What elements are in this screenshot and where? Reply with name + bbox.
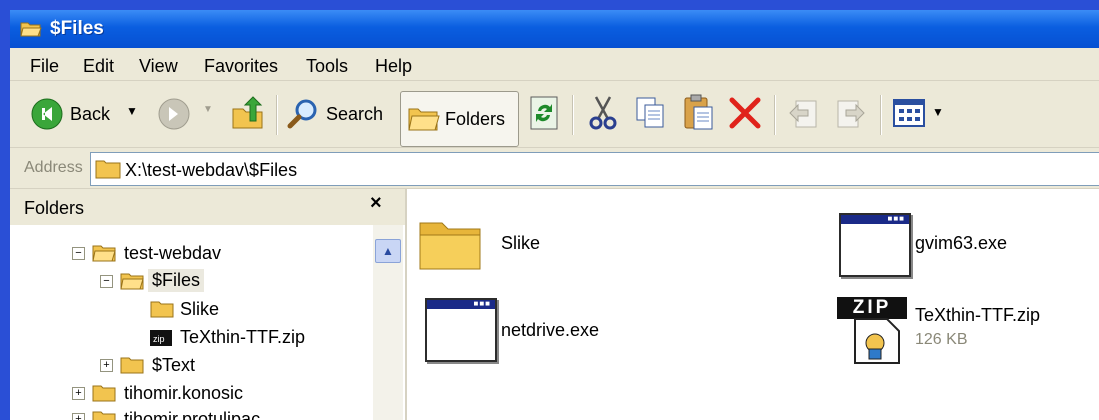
up-folder-icon[interactable] bbox=[230, 95, 266, 131]
menu-favorites[interactable]: Favorites bbox=[204, 56, 278, 77]
sync-icon[interactable] bbox=[528, 95, 560, 131]
file-name: Slike bbox=[501, 233, 541, 253]
menu-file[interactable]: File bbox=[30, 56, 59, 77]
tree-item-label: TeXthin-TTF.zip bbox=[180, 327, 306, 347]
folder-icon bbox=[419, 222, 481, 270]
file-name: TeXthin-TTF.zip bbox=[915, 305, 1041, 325]
folders-panel: Folders × − test-webdav − $Files Slike z… bbox=[10, 189, 407, 420]
zip-file-icon: zip bbox=[150, 330, 172, 346]
redo-icon[interactable] bbox=[834, 95, 868, 131]
toolbar-separator bbox=[276, 95, 278, 135]
paste-icon[interactable] bbox=[682, 93, 716, 133]
chevron-down-icon[interactable]: ▼ bbox=[203, 104, 213, 115]
search-label: Search bbox=[326, 104, 384, 124]
file-item-slike[interactable]: Slike bbox=[417, 209, 797, 279]
menu-edit[interactable]: Edit bbox=[83, 56, 114, 77]
views-button[interactable]: ▼ bbox=[892, 97, 948, 129]
folder-icon bbox=[92, 385, 116, 402]
address-bar: Address X:\test-webdav\$Files bbox=[10, 148, 1099, 189]
views-icon bbox=[893, 99, 925, 127]
toolbar-separator bbox=[880, 95, 882, 135]
folders-panel-header: Folders × bbox=[10, 189, 405, 225]
menu-bar: File Edit View Favorites Tools Help bbox=[10, 48, 1099, 81]
cut-icon[interactable] bbox=[588, 95, 618, 131]
tree-item-label: test-webdav bbox=[124, 243, 222, 263]
close-icon[interactable]: × bbox=[370, 192, 382, 215]
window-title: $Files bbox=[50, 18, 104, 39]
expand-icon[interactable]: + bbox=[72, 413, 85, 420]
folders-button[interactable]: Folders bbox=[400, 91, 519, 147]
folder-icon bbox=[150, 301, 174, 318]
expand-icon[interactable]: + bbox=[100, 359, 113, 372]
scroll-up-arrow-icon[interactable]: ▲ bbox=[375, 239, 401, 263]
toolbar-separator bbox=[572, 95, 574, 135]
file-view: Slike ■■■ gvim63.exe ■■■ netdrive.exe ZI… bbox=[407, 189, 1099, 420]
collapse-icon[interactable]: − bbox=[72, 247, 85, 260]
collapse-icon[interactable]: − bbox=[100, 275, 113, 288]
tree-item-label: tihomir.protulipac bbox=[124, 409, 261, 420]
copy-icon[interactable] bbox=[634, 95, 666, 131]
folder-icon bbox=[120, 357, 144, 374]
toolbar-separator bbox=[774, 95, 776, 135]
undo-icon[interactable] bbox=[786, 95, 820, 131]
expand-icon[interactable]: + bbox=[72, 387, 85, 400]
file-item-gvim63[interactable]: ■■■ gvim63.exe bbox=[827, 209, 1087, 279]
toolbar: Back ▼ ▼ Search Folders ▼ bbox=[10, 81, 1099, 148]
address-label: Address bbox=[24, 159, 83, 176]
folder-open-icon bbox=[120, 273, 144, 290]
tree-scrollbar[interactable]: ▲ bbox=[373, 225, 403, 420]
tree-item-label: tihomir.konosic bbox=[124, 383, 244, 403]
menu-view[interactable]: View bbox=[139, 56, 178, 77]
application-icon: ■■■ bbox=[425, 298, 497, 362]
back-button[interactable]: Back ▼ bbox=[28, 95, 140, 131]
folders-icon bbox=[408, 108, 440, 131]
search-icon bbox=[287, 99, 317, 129]
folder-icon bbox=[92, 411, 116, 420]
explorer-window: $Files File Edit View Favorites Tools He… bbox=[10, 10, 1099, 420]
folder-open-icon bbox=[92, 245, 116, 262]
forward-arrow-icon bbox=[158, 98, 190, 130]
tree-item-label: $Text bbox=[152, 355, 196, 375]
compressed-file-icon bbox=[854, 318, 900, 364]
tree-item-label: $Files bbox=[148, 269, 205, 292]
folder-open-icon bbox=[20, 22, 42, 37]
address-input[interactable]: X:\test-webdav\$Files bbox=[90, 152, 1099, 186]
search-button[interactable]: Search bbox=[286, 95, 396, 131]
folders-panel-title: Folders bbox=[24, 198, 85, 218]
file-name: gvim63.exe bbox=[915, 233, 1008, 253]
svg-text:zip: zip bbox=[153, 334, 165, 344]
chevron-down-icon[interactable]: ▼ bbox=[932, 105, 944, 119]
address-value: X:\test-webdav\$Files bbox=[125, 160, 298, 180]
zip-file-icon: ZIP bbox=[837, 297, 907, 367]
forward-button[interactable]: ▼ bbox=[155, 95, 215, 131]
application-icon: ■■■ bbox=[839, 213, 911, 277]
file-name: netdrive.exe bbox=[501, 320, 600, 340]
title-bar[interactable]: $Files bbox=[10, 10, 1099, 48]
back-arrow-icon bbox=[31, 98, 63, 130]
file-size: 126 KB bbox=[915, 331, 968, 348]
tree-item-label: Slike bbox=[180, 299, 220, 319]
file-item-netdrive[interactable]: ■■■ netdrive.exe bbox=[417, 294, 797, 364]
back-label: Back bbox=[70, 104, 111, 124]
delete-icon[interactable] bbox=[728, 97, 762, 129]
folders-label: Folders bbox=[445, 109, 506, 129]
chevron-down-icon[interactable]: ▼ bbox=[126, 104, 138, 118]
folder-icon bbox=[95, 160, 121, 179]
zip-badge: ZIP bbox=[837, 297, 907, 319]
menu-help[interactable]: Help bbox=[375, 56, 412, 77]
file-item-texthin-zip[interactable]: ZIP TeXthin-TTF.zip 126 KB bbox=[827, 289, 1097, 369]
menu-tools[interactable]: Tools bbox=[306, 56, 348, 77]
